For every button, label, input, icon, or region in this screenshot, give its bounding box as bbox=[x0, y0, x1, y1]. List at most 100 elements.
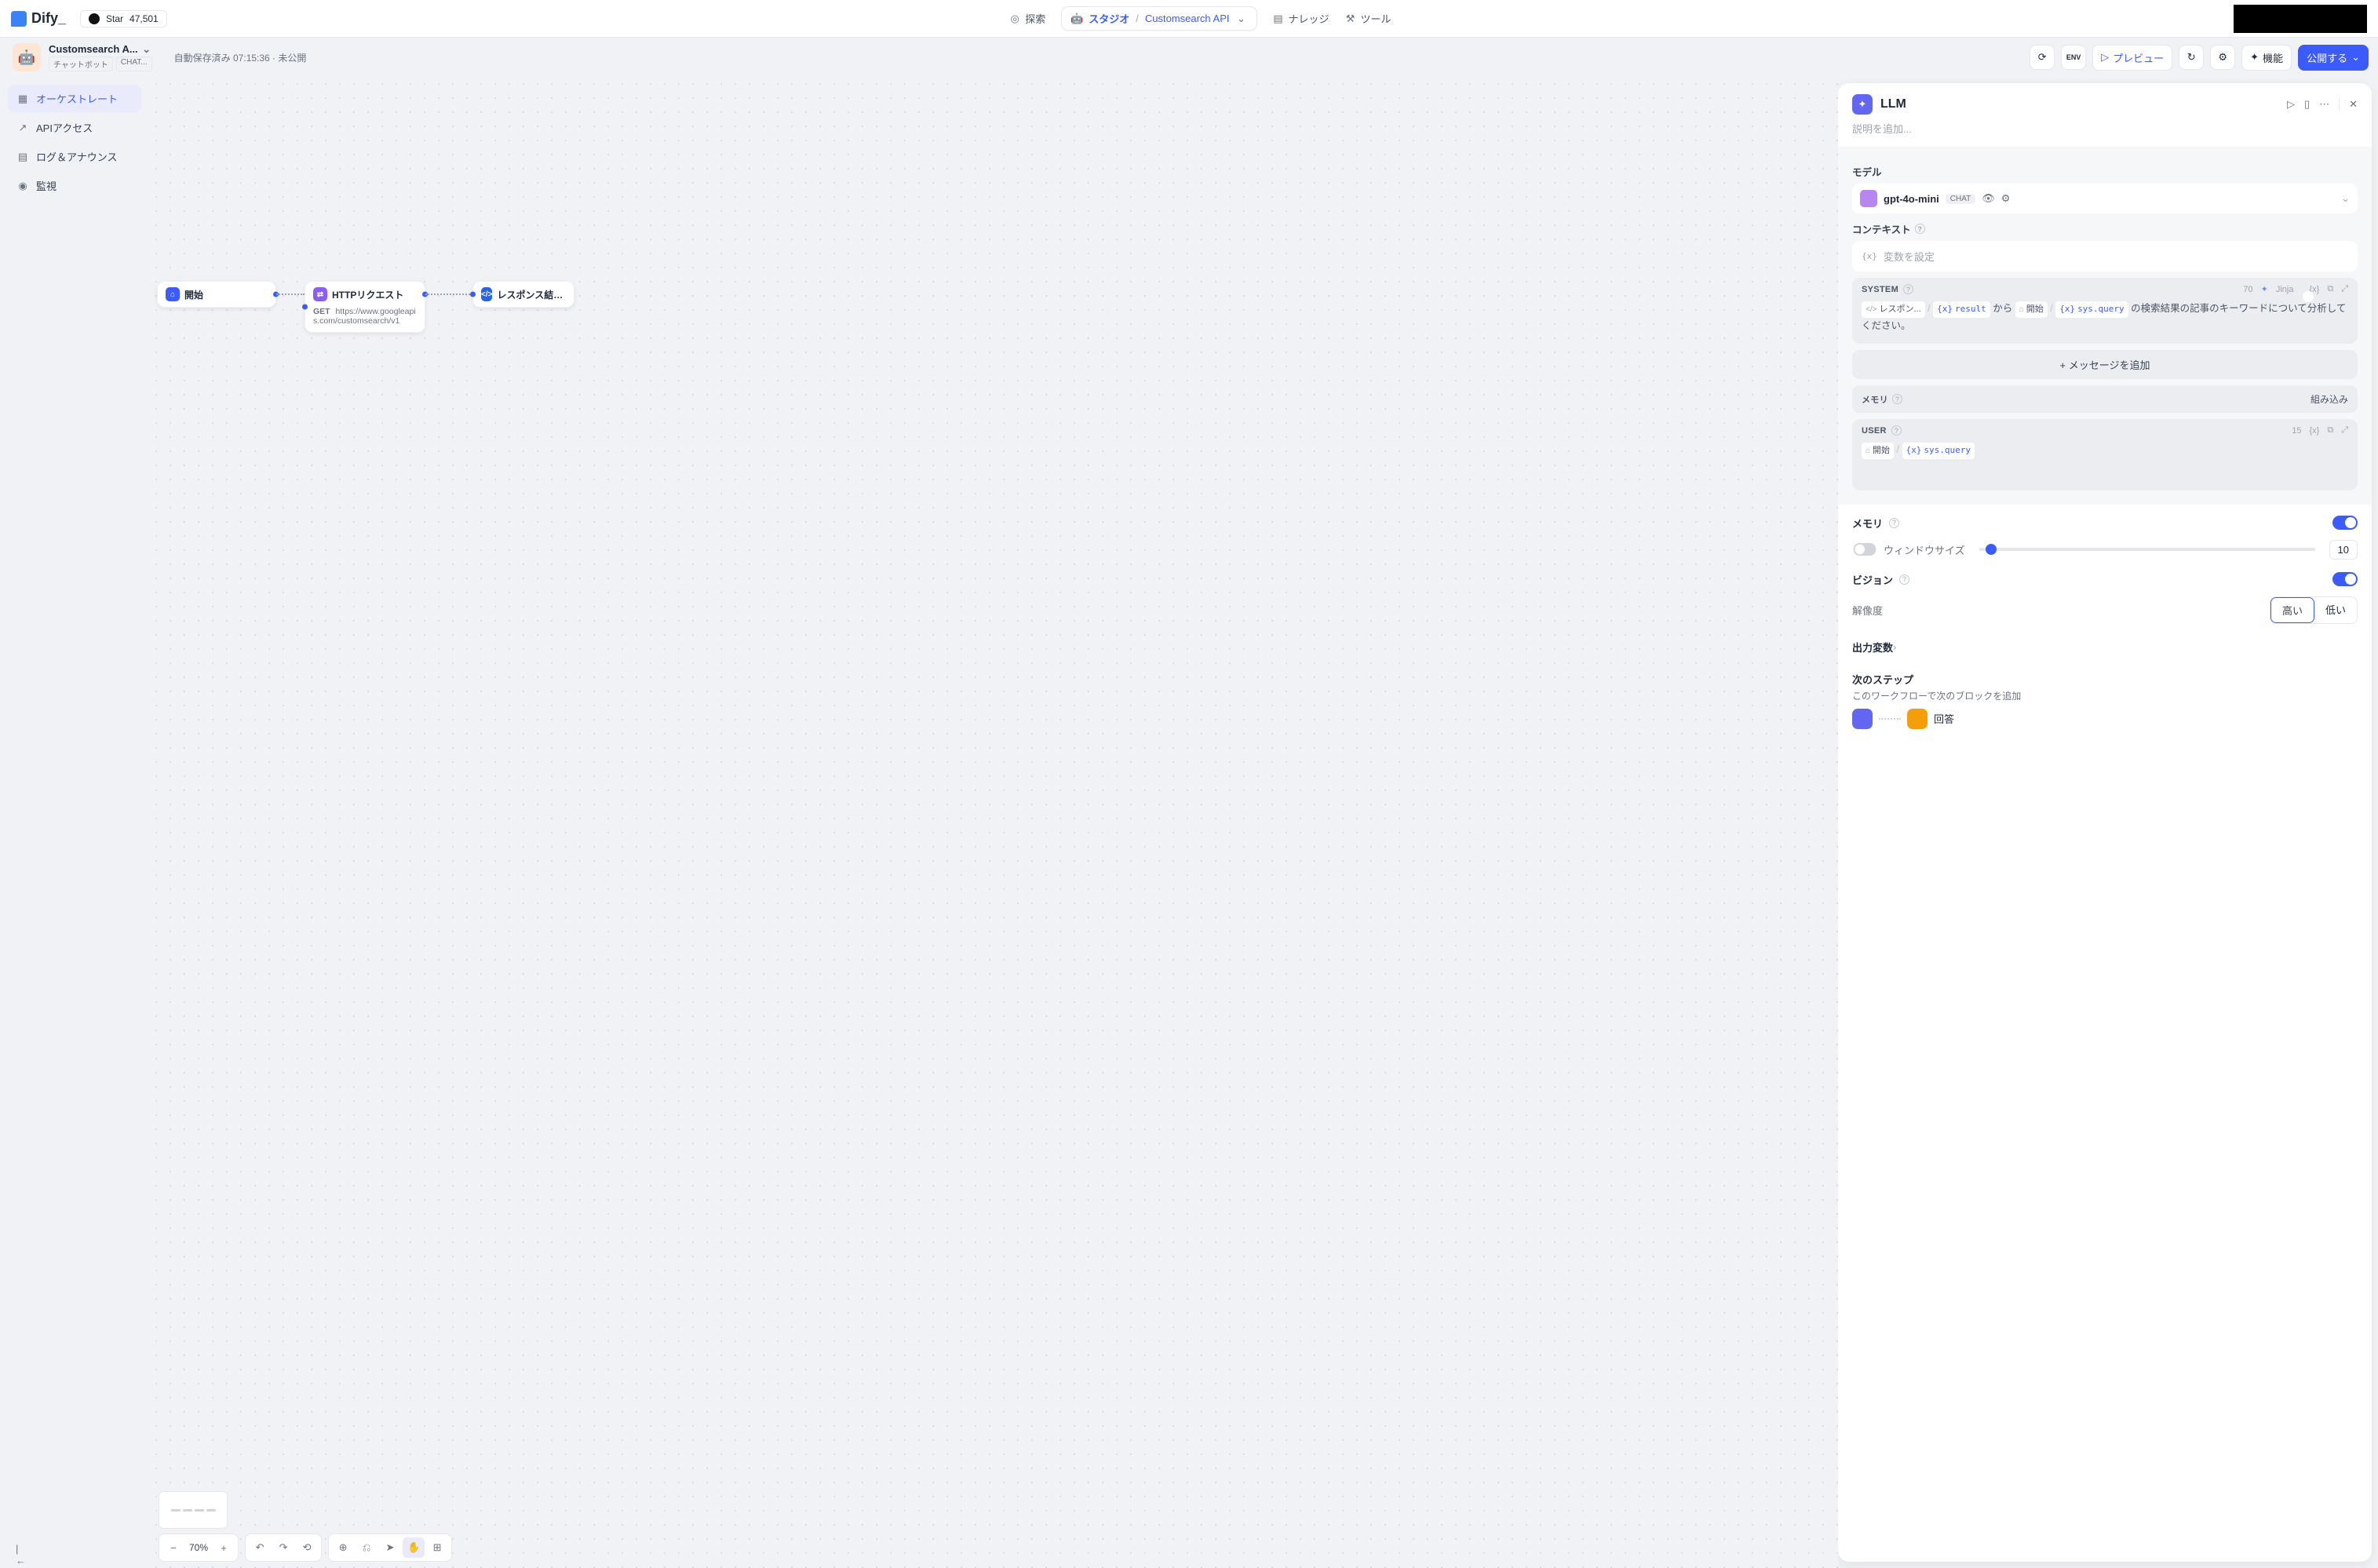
sidebar-item-orchestrate[interactable]: ▦ オーケストレート bbox=[8, 85, 141, 112]
edge bbox=[425, 294, 472, 295]
history-button[interactable]: ⟲ bbox=[296, 1537, 318, 1558]
minimap[interactable] bbox=[159, 1491, 228, 1529]
resolution-high-button[interactable]: 高い bbox=[2270, 597, 2314, 623]
slider-thumb[interactable] bbox=[1986, 544, 1997, 555]
grid-icon: ⊞ bbox=[433, 1541, 442, 1554]
variable-icon[interactable]: {x} bbox=[2309, 426, 2319, 436]
node-http[interactable]: ⇄ HTTPリクエスト GET https://www.googleapis.c… bbox=[305, 281, 425, 333]
section-model: モデル bbox=[1852, 164, 2358, 179]
chevron-down-icon: ⌄ bbox=[141, 44, 152, 55]
context-input[interactable]: {x} 変数を設定 bbox=[1852, 241, 2358, 272]
flow-canvas[interactable]: ⌂ 開始 ⇄ HTTPリクエスト GET https://www.googlea… bbox=[149, 77, 1838, 1568]
user-role: USER bbox=[1862, 426, 1887, 436]
preview-button[interactable]: ▷ プレビュー bbox=[2092, 45, 2172, 71]
top-nav-center: ◎ 探索 🤖 スタジオ / Customsearch API ⌄ ▤ ナレッジ … bbox=[181, 6, 2219, 31]
memory-toggle[interactable] bbox=[2332, 516, 2358, 530]
account-area[interactable] bbox=[2234, 5, 2367, 33]
nav-knowledge[interactable]: ▤ ナレッジ bbox=[1273, 11, 1329, 26]
resolution-segment: 高い 低い bbox=[2270, 596, 2358, 624]
logo[interactable]: Dify_ bbox=[11, 10, 66, 27]
undo-button[interactable]: ↶ bbox=[249, 1537, 271, 1558]
sidebar-item-logs[interactable]: ▤ ログ＆アナウンス bbox=[8, 143, 141, 170]
vision-section-label: ビジョン bbox=[1852, 572, 1893, 587]
run-history-button[interactable]: ⟳ bbox=[2030, 45, 2055, 70]
app-tag-chatbot: チャットボット bbox=[49, 57, 113, 71]
expand-icon[interactable]: ⤢ bbox=[2341, 284, 2348, 294]
api-icon: ↗ bbox=[17, 122, 28, 133]
generate-icon[interactable]: ✦ bbox=[2261, 284, 2268, 294]
github-star-label: Star bbox=[106, 13, 123, 24]
zoom-out-button[interactable]: − bbox=[162, 1537, 184, 1558]
add-node-button[interactable]: ⊕ bbox=[332, 1537, 354, 1558]
save-status: 自動保存済み 07:15:36 · 未公開 bbox=[174, 51, 307, 64]
github-star-pill[interactable]: Star 47,501 bbox=[80, 10, 167, 27]
add-message-label: メッセージを追加 bbox=[2069, 359, 2150, 371]
run-node-button[interactable]: ▷ bbox=[2287, 98, 2295, 111]
window-size-toggle[interactable] bbox=[1854, 543, 1877, 556]
help-icon[interactable]: ? bbox=[1915, 224, 1925, 234]
node-handle-in[interactable] bbox=[470, 292, 476, 297]
annotation-button[interactable]: ⎌ bbox=[356, 1537, 377, 1558]
sidebar-item-label: ログ＆アナウンス bbox=[36, 149, 117, 164]
redo-button[interactable]: ↷ bbox=[272, 1537, 294, 1558]
close-panel-button[interactable]: ✕ bbox=[2349, 98, 2358, 111]
help-icon[interactable]: ? bbox=[1892, 394, 1902, 404]
window-size-value[interactable]: 10 bbox=[2329, 540, 2358, 560]
settings-button[interactable]: ⚙ bbox=[2210, 45, 2235, 70]
user-message-block: USER ? 15 {x} ⧉ ⤢ ⌂開始 / {x}sys.query bbox=[1852, 419, 2358, 490]
more-button[interactable]: ⋯ bbox=[2319, 98, 2329, 111]
nav-studio-pill[interactable]: 🤖 スタジオ / Customsearch API ⌄ bbox=[1061, 6, 1256, 31]
sparkle-icon: ✦ bbox=[2250, 51, 2259, 64]
vision-toggle[interactable] bbox=[2332, 572, 2358, 586]
user-message-body[interactable]: ⌂開始 / {x}sys.query bbox=[1852, 442, 2358, 490]
env-button[interactable]: ENV bbox=[2061, 45, 2086, 70]
log-icon: ▤ bbox=[17, 151, 28, 162]
sidebar-item-api[interactable]: ↗ APIアクセス bbox=[8, 114, 141, 141]
add-message-button[interactable]: + メッセージを追加 bbox=[1852, 350, 2358, 379]
panel-description-input[interactable]: 説明を追加... bbox=[1838, 121, 2372, 147]
variable-token: {x}result bbox=[1933, 301, 1990, 318]
collapse-sidebar-button[interactable]: |← bbox=[16, 1543, 27, 1560]
organize-button[interactable]: ⊞ bbox=[426, 1537, 448, 1558]
zoom-level: 70% bbox=[186, 1542, 211, 1553]
sidebar-item-monitor[interactable]: ◉ 監視 bbox=[8, 172, 141, 199]
chevron-right-icon[interactable]: › bbox=[1893, 641, 1896, 653]
minus-icon: − bbox=[170, 1542, 177, 1554]
expand-icon[interactable]: ⤢ bbox=[2341, 425, 2348, 436]
copy-icon[interactable]: ⧉ bbox=[2327, 284, 2333, 294]
node-code[interactable]: </> レスポンス結果から必... bbox=[472, 281, 574, 308]
docs-button[interactable]: ▯ bbox=[2304, 98, 2310, 111]
node-handle-in[interactable] bbox=[302, 304, 308, 310]
model-selector[interactable]: gpt-4o-mini CHAT 👁 ⚙ ⌄ bbox=[1852, 184, 2358, 213]
sidebar-item-label: 監視 bbox=[36, 178, 57, 193]
help-icon[interactable]: ? bbox=[1903, 284, 1913, 294]
close-icon: ✕ bbox=[2349, 98, 2358, 110]
tune-icon[interactable]: ⚙ bbox=[2001, 192, 2011, 205]
pointer-button[interactable]: ➤ bbox=[379, 1537, 401, 1558]
node-start[interactable]: ⌂ 開始 bbox=[157, 281, 276, 308]
resolution-low-button[interactable]: 低い bbox=[2314, 597, 2357, 623]
detail-panel: ✦ LLM ▷ ▯ ⋯ ✕ 説明を追加... モデル gpt-4o-mini C… bbox=[1838, 83, 2372, 1562]
system-message-body[interactable]: </>レスポン... / {x}result から ⌂開始 / {x}sys.q… bbox=[1852, 301, 2358, 344]
help-icon[interactable]: ? bbox=[1891, 425, 1902, 436]
help-icon[interactable]: ? bbox=[1899, 574, 1909, 585]
help-icon[interactable]: ? bbox=[1889, 518, 1899, 528]
app-chip[interactable]: 🤖 Customsearch A... ⌄ チャットボット CHAT... bbox=[9, 40, 155, 75]
model-chip: CHAT bbox=[1946, 194, 1975, 204]
node-code-label: レスポンス結果から必... bbox=[497, 288, 566, 301]
zoom-in-button[interactable]: + bbox=[213, 1537, 235, 1558]
nav-explore[interactable]: ◎ 探索 bbox=[1009, 11, 1045, 26]
next-node-row[interactable]: 回答 bbox=[1852, 709, 2358, 729]
publish-button[interactable]: 公開する ⌄ bbox=[2298, 45, 2369, 71]
features-button[interactable]: ✦ 機能 bbox=[2241, 45, 2292, 71]
hammer-icon: ⚒ bbox=[1345, 13, 1356, 24]
output-section-label: 出力変数 bbox=[1852, 640, 1893, 655]
nav-tools[interactable]: ⚒ ツール bbox=[1345, 11, 1391, 26]
copy-icon[interactable]: ⧉ bbox=[2327, 425, 2333, 436]
refresh-button[interactable]: ↻ bbox=[2179, 45, 2204, 70]
node-ref-token: ⌂開始 bbox=[2015, 301, 2048, 318]
window-size-slider[interactable] bbox=[1979, 548, 2315, 551]
var-slash: / bbox=[1897, 444, 1899, 455]
code-icon: </> bbox=[481, 287, 492, 301]
hand-button[interactable]: ✋ bbox=[403, 1537, 425, 1558]
